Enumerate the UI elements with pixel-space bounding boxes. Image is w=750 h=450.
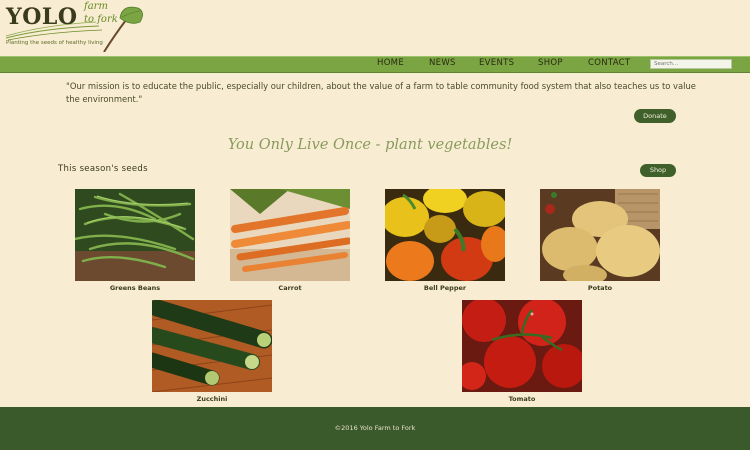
product-card-green-beans[interactable]: Greens Beans — [75, 189, 195, 292]
site-footer: ©2016 Yolo Farm to Fork — [0, 407, 750, 450]
nav-events[interactable]: EVENTS — [479, 58, 514, 68]
green-beans-image — [75, 189, 195, 281]
shop-button[interactable]: Shop — [640, 164, 676, 177]
site-header: YOLO farm to fork Planting the seeds of … — [0, 0, 750, 56]
product-card-bell-pepper[interactable]: Bell Pepper — [385, 189, 505, 292]
logo-farm-text: farm — [84, 1, 108, 12]
product-label: Potato — [587, 284, 613, 292]
carrot-image — [230, 189, 350, 281]
product-card-potato[interactable]: Potato — [540, 189, 660, 292]
product-card-zucchini[interactable]: Zucchini — [152, 300, 272, 403]
product-label: Greens Beans — [109, 284, 161, 292]
copyright-text: ©2016 Yolo Farm to Fork — [334, 424, 416, 432]
nav-home[interactable]: HOME — [377, 58, 404, 68]
section-title: This season's seeds — [58, 164, 148, 174]
search-input[interactable] — [650, 59, 732, 69]
potato-image — [540, 189, 660, 281]
mission-statement: "Our mission is to educate the public, e… — [66, 81, 696, 104]
headline: You Only Live Once - plant vegetables! — [227, 137, 513, 153]
product-label: Zucchini — [196, 395, 228, 403]
product-label: Tomato — [508, 395, 536, 403]
bell-pepper-image — [385, 189, 505, 281]
logo-tofork-text: to fork — [84, 14, 118, 25]
product-card-tomato[interactable]: Tomato — [462, 300, 582, 403]
main-nav: HOME NEWS EVENTS SHOP CONTACT — [0, 56, 750, 73]
site-logo[interactable]: YOLO farm to fork Planting the seeds of … — [4, 2, 154, 52]
logo-wordmark: YOLO — [6, 4, 78, 30]
product-label: Bell Pepper — [423, 284, 467, 292]
tomato-image — [462, 300, 582, 392]
nav-contact[interactable]: CONTACT — [588, 58, 630, 68]
product-label: Carrot — [278, 284, 302, 292]
nav-news[interactable]: NEWS — [429, 58, 456, 68]
nav-shop[interactable]: SHOP — [538, 58, 563, 68]
zucchini-image — [152, 300, 272, 392]
donate-button[interactable]: Donate — [634, 109, 676, 123]
product-card-carrot[interactable]: Carrot — [230, 189, 350, 292]
logo-tagline: Planting the seeds of healthy living — [6, 40, 103, 46]
